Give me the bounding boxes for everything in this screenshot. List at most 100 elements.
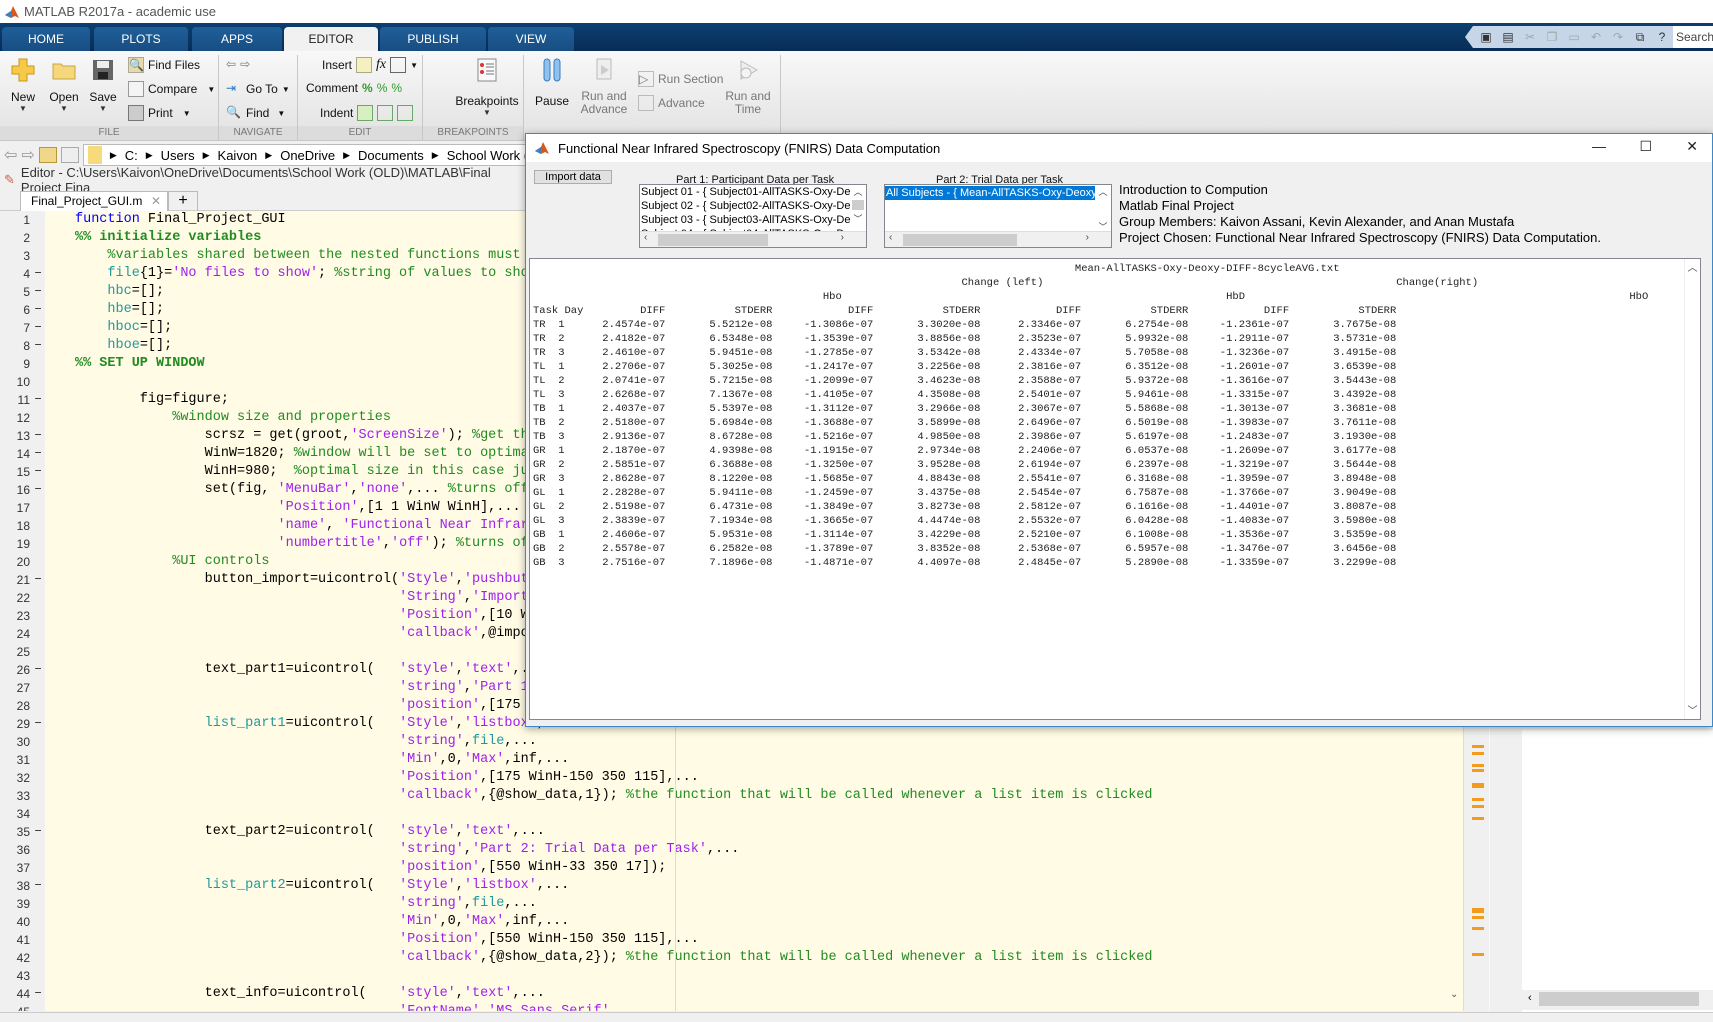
code-line[interactable]: 37 'position',[550 WinH-33 350 17]);	[0, 859, 1490, 877]
line-number[interactable]: 20	[0, 553, 30, 571]
code-line[interactable]: 39 'string',file,...	[0, 895, 1490, 913]
decrease-indent-icon[interactable]	[397, 105, 414, 121]
close-tab-icon[interactable]: ✕	[151, 192, 161, 211]
list-item[interactable]: Subject 03 - { Subject03-AllTASKS-Oxy-De	[640, 213, 866, 227]
scroll-right-icon[interactable]: ›	[1086, 232, 1089, 243]
breakpoint-slot[interactable]: –	[34, 265, 42, 283]
code-line[interactable]: 45 'FontName','MS Sans Serif'	[0, 1003, 1490, 1011]
insert-button[interactable]: Insert fx ▼	[322, 57, 418, 73]
close-icon[interactable]: ✕	[1686, 138, 1698, 155]
line-number[interactable]: 35	[0, 823, 30, 841]
back-forward-nav[interactable]: ⇦ ⇨	[226, 57, 250, 71]
find-files-button[interactable]: 🔍 Find Files	[128, 57, 200, 73]
breakpoint-slot[interactable]: –	[34, 661, 42, 679]
code-line[interactable]: 32 'Position',[175 WinH-150 350 115],...	[0, 769, 1490, 787]
line-number[interactable]: 3	[0, 247, 30, 265]
code-line[interactable]: 38– list_part2=uicontrol( 'Style','listb…	[0, 877, 1490, 895]
code-line[interactable]: 30 'string',file,...	[0, 733, 1490, 751]
undo-icon[interactable]: ↶	[1587, 29, 1605, 45]
scroll-down-icon[interactable]: ﹀	[1685, 702, 1700, 717]
line-number[interactable]: 2	[0, 229, 30, 247]
code-line[interactable]: 43	[0, 967, 1490, 985]
horizontal-scrollbar[interactable]: ‹ ›	[640, 231, 866, 247]
pause-button[interactable]: Pause	[532, 57, 572, 108]
line-number[interactable]: 39	[0, 895, 30, 913]
line-number[interactable]: 12	[0, 409, 30, 427]
go-to-button[interactable]: ⇥ Go To ▼	[226, 81, 290, 97]
code-line[interactable]: 36 'string','Part 2: Trial Data per Task…	[0, 841, 1490, 859]
line-number[interactable]: 8	[0, 337, 30, 355]
wrap-comments-icon[interactable]: %	[391, 81, 402, 95]
code-line[interactable]: 41 'Position',[550 WinH-150 350 115],...	[0, 931, 1490, 949]
line-number[interactable]: 29	[0, 715, 30, 733]
line-number[interactable]: 25	[0, 643, 30, 661]
horizontal-scrollbar[interactable]: ‹	[1522, 990, 1713, 1010]
scroll-up-icon[interactable]: ︿	[1095, 185, 1111, 198]
open-button[interactable]: Open ▼	[46, 57, 82, 113]
line-number[interactable]: 21	[0, 571, 30, 589]
paste-icon[interactable]: ▭	[1565, 29, 1583, 45]
line-number[interactable]: 14	[0, 445, 30, 463]
path-segment[interactable]: OneDrive	[280, 148, 335, 163]
comment-button[interactable]: Comment%%%	[306, 81, 402, 95]
tab-plots[interactable]: PLOTS	[94, 27, 188, 51]
minimize-icon[interactable]: —	[1592, 138, 1606, 154]
redo-icon[interactable]: ↷	[1609, 29, 1627, 45]
line-number[interactable]: 41	[0, 931, 30, 949]
line-number[interactable]: 10	[0, 373, 30, 391]
vertical-scrollbar[interactable]: ︿ ﹀	[1684, 259, 1700, 719]
tab-view[interactable]: VIEW	[488, 27, 574, 51]
path-segment[interactable]: C:	[125, 148, 138, 163]
code-line[interactable]: 34	[0, 805, 1490, 823]
line-number[interactable]: 17	[0, 499, 30, 517]
data-text-box[interactable]: Mean-AllTASKS-Oxy-Deoxy-DIFF-8cycleAVG.t…	[529, 258, 1701, 720]
increase-indent-icon[interactable]	[377, 105, 394, 121]
line-number[interactable]: 24	[0, 625, 30, 643]
breakpoint-slot[interactable]: –	[34, 823, 42, 841]
scroll-up-icon[interactable]: ︿	[1685, 259, 1700, 274]
line-number[interactable]: 32	[0, 769, 30, 787]
search-documentation-input[interactable]: Search	[1673, 26, 1713, 48]
code-line[interactable]: 40 'Min',0,'Max',inf,...	[0, 913, 1490, 931]
simulink-new-icon[interactable]: ▣	[1477, 29, 1495, 45]
breakpoint-slot[interactable]: –	[34, 301, 42, 319]
run-and-time-button[interactable]: Run and Time	[724, 57, 772, 116]
breakpoint-slot[interactable]: –	[34, 481, 42, 499]
line-number[interactable]: 6	[0, 301, 30, 319]
breakpoint-slot[interactable]: –	[34, 337, 42, 355]
maximize-icon[interactable]: ☐	[1639, 138, 1652, 155]
code-line[interactable]: 44– text_info=uicontrol( 'style','text',…	[0, 985, 1490, 1003]
back-arrow-icon[interactable]: ⇦	[4, 145, 17, 165]
new-tab-button[interactable]: +	[168, 191, 198, 211]
line-number[interactable]: 33	[0, 787, 30, 805]
line-number[interactable]: 45	[0, 1003, 30, 1011]
line-number[interactable]: 31	[0, 751, 30, 769]
line-number[interactable]: 9	[0, 355, 30, 373]
scroll-up-icon[interactable]: ︿	[850, 185, 866, 198]
save-icon[interactable]: ▤	[1499, 29, 1517, 45]
forward-arrow-icon[interactable]: ⇨	[240, 57, 250, 71]
cut-icon[interactable]: ✂	[1521, 29, 1539, 45]
vertical-scrollbar[interactable]: ︿ ﹀	[1095, 185, 1111, 233]
print-button[interactable]: Print ▼	[128, 105, 191, 121]
scroll-thumb[interactable]	[658, 234, 768, 246]
import-data-button[interactable]: Import data	[534, 170, 612, 184]
horizontal-scrollbar[interactable]: ‹ ›	[885, 231, 1111, 247]
breakpoint-slot[interactable]: –	[34, 571, 42, 589]
list-item-selected[interactable]: All Subjects - { Mean-AllTASKS-Oxy-Deoxy	[885, 186, 1099, 200]
line-number[interactable]: 34	[0, 805, 30, 823]
line-number[interactable]: 36	[0, 841, 30, 859]
breakpoint-slot[interactable]: –	[34, 463, 42, 481]
code-line[interactable]: 33 'callback',{@show_data,1}); %the func…	[0, 787, 1490, 805]
scroll-left-icon[interactable]: ‹	[1528, 992, 1532, 1004]
line-number[interactable]: 43	[0, 967, 30, 985]
find-button[interactable]: 🔍 Find ▼	[226, 105, 285, 121]
run-section-button[interactable]: ▷ Run Section	[638, 71, 723, 87]
scroll-right-icon[interactable]: ›	[841, 232, 844, 243]
uncomment-icon[interactable]: %	[377, 81, 388, 95]
compare-button[interactable]: Compare ▼	[128, 81, 215, 97]
path-segment[interactable]: Documents	[358, 148, 424, 163]
line-number[interactable]: 26	[0, 661, 30, 679]
code-line[interactable]: 42 'callback',{@show_data,2}); %the func…	[0, 949, 1490, 967]
list-item[interactable]: Subject 02 - { Subject02-AllTASKS-Oxy-De	[640, 199, 866, 213]
